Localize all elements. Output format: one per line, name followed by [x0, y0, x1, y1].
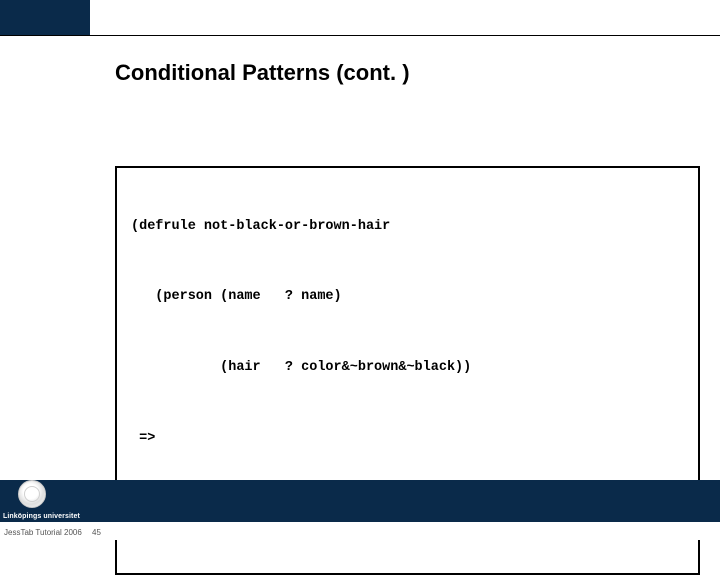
top-divider — [0, 35, 720, 36]
footer-page-number: 45 — [92, 528, 101, 537]
university-name: Linköpings universitet — [3, 513, 80, 520]
footer-bar — [0, 480, 720, 522]
code-line: (defrule not-black-or-brown-hair — [131, 218, 684, 237]
slide-title: Conditional Patterns (cont. ) — [115, 60, 700, 86]
code-line: (person (name ? name) — [131, 288, 684, 307]
code-line: (hair ? color&~brown&~black)) — [131, 359, 684, 378]
footer: JessTab Tutorial 2006 45 — [0, 522, 720, 540]
footer-tutorial-label: JessTab Tutorial 2006 — [4, 528, 82, 537]
university-seal-icon — [18, 480, 46, 508]
code-line: => — [131, 430, 684, 449]
header-accent-bar — [0, 0, 90, 35]
